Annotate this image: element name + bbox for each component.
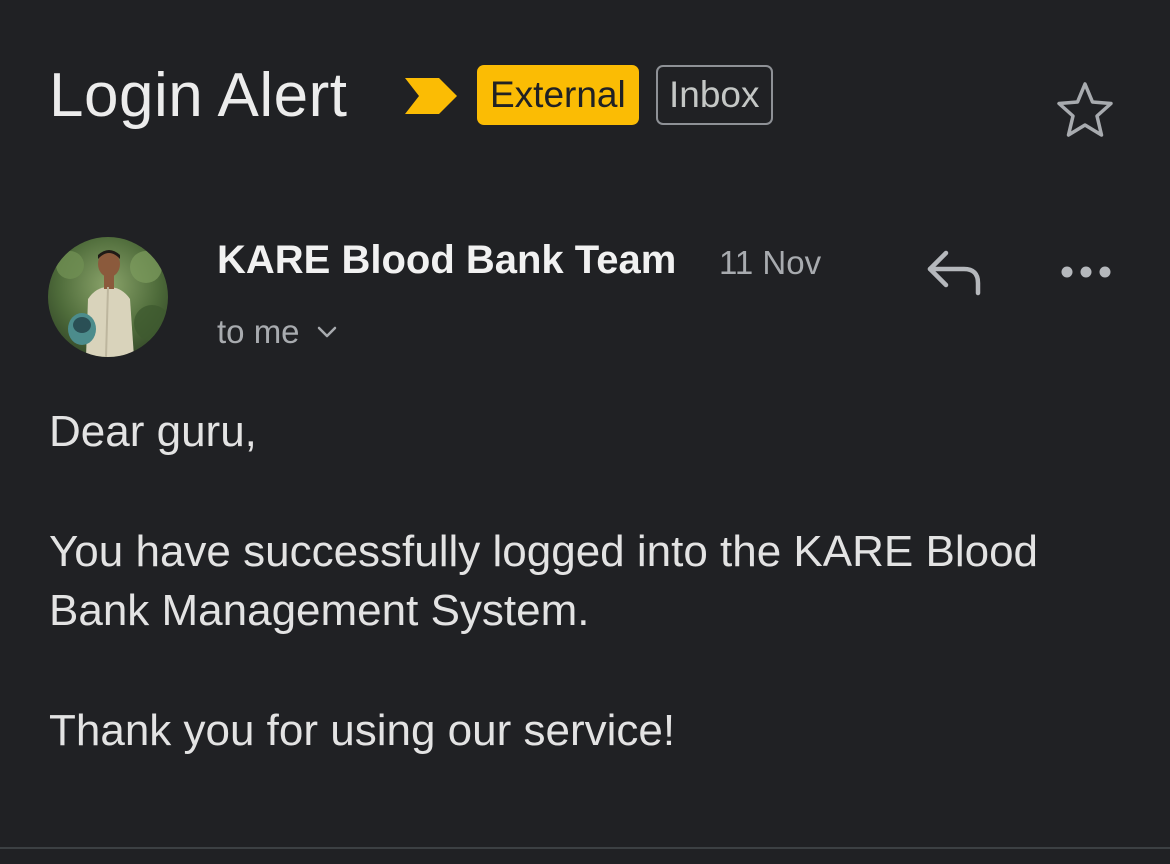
divider <box>0 847 1170 849</box>
sender-avatar[interactable] <box>48 237 168 357</box>
external-label: External <box>477 65 639 125</box>
inbox-label[interactable]: Inbox <box>656 65 773 125</box>
sender-avatar-photo <box>48 237 168 357</box>
body-greeting: Dear guru, <box>49 407 257 456</box>
subject-row: Login Alert External Inbox <box>49 58 1129 137</box>
reply-icon[interactable] <box>922 245 988 301</box>
recipient-text: to me <box>217 313 300 350</box>
email-date: 11 Nov <box>719 244 822 281</box>
importance-marker-icon[interactable] <box>405 76 457 116</box>
body-closing: Thank you for using our service! <box>49 706 676 755</box>
body-main-paragraph: You have successfully logged into the KA… <box>49 527 1039 635</box>
chevron-down-icon <box>317 326 336 338</box>
more-options-icon[interactable] <box>1055 255 1117 289</box>
sender-name[interactable]: KARE Blood Bank Team <box>217 238 676 283</box>
star-icon[interactable] <box>1055 80 1115 140</box>
recipient-details-toggle[interactable]: to me <box>217 312 340 352</box>
email-subject: Login Alert <box>49 61 348 130</box>
